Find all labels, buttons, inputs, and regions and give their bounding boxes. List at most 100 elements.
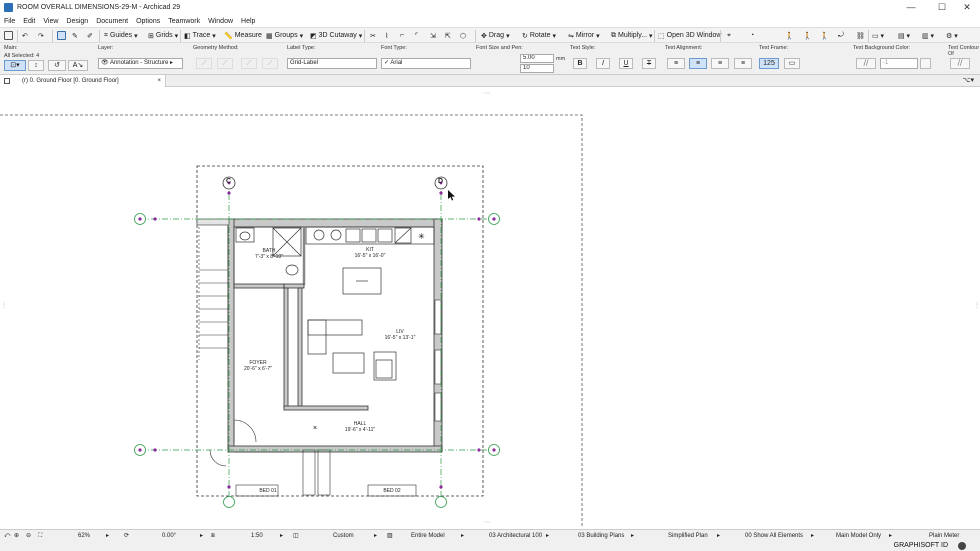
right-splitter-handle[interactable]: ⋮: [974, 302, 980, 309]
minimize-button[interactable]: —: [898, 0, 924, 15]
explode-icon[interactable]: ⬡: [460, 29, 466, 42]
mirror-icon: ⇋: [568, 32, 574, 40]
menu-edit[interactable]: Edit: [19, 18, 39, 25]
grids-button[interactable]: ⊞ Grids ▾: [148, 29, 178, 42]
window-title: ROOM OVERALL DIMENSIONS-29-M - Archicad …: [17, 4, 181, 11]
injection-icon[interactable]: ✐: [87, 29, 93, 42]
geometry-method-4[interactable]: ⟋: [262, 58, 278, 69]
palette-icon[interactable]: ▥ ▾: [922, 29, 934, 42]
text-toggle-button[interactable]: A↘: [68, 60, 88, 71]
layer-select[interactable]: 👁 Annotation - Structure ▸: [98, 58, 183, 69]
north-wall: [227, 218, 443, 228]
geometry-method-3[interactable]: ⟋: [241, 58, 257, 69]
bold-button[interactable]: B: [573, 58, 587, 69]
tab-close-icon[interactable]: ×: [157, 75, 161, 87]
maximize-button[interactable]: ☐: [929, 0, 955, 15]
pen-input[interactable]: 10: [520, 64, 554, 73]
intersect-icon[interactable]: ⌐: [400, 29, 404, 42]
stairs: [198, 227, 229, 360]
rotate-toggle-button[interactable]: ↺: [48, 60, 66, 71]
panels-icon[interactable]: ▤ ▾: [898, 29, 910, 42]
groups-button[interactable]: ▦ Groups ▾: [266, 29, 303, 42]
floor-plan-canvas[interactable]: × ✳ C D BATH 7'-3" x 8'-10" KIT 16'-5" x 1…: [0, 88, 980, 528]
measure-button[interactable]: 📏 Measure: [224, 29, 262, 42]
arrow-tool-icon[interactable]: [57, 29, 66, 42]
tab-ground-floor[interactable]: (r) 0. Ground Floor [0. Ground Floor] ×: [0, 75, 166, 87]
resize-icon[interactable]: ⇱: [445, 29, 451, 42]
rotate-button[interactable]: ↻ Rotate ▾: [522, 29, 556, 42]
menu-file[interactable]: File: [0, 18, 19, 25]
menu-document[interactable]: Document: [92, 18, 132, 25]
left-splitter-handle[interactable]: ⋮: [1, 302, 7, 309]
adjust-icon[interactable]: ⌇: [385, 29, 388, 42]
link-icon[interactable]: ⛓: [856, 29, 865, 42]
menu-options[interactable]: Options: [132, 18, 164, 25]
text-frame-alt-button[interactable]: ▭: [784, 58, 800, 69]
label-type-select[interactable]: Grid-Label: [287, 58, 377, 69]
menu-teamwork[interactable]: Teamwork: [164, 18, 204, 25]
top-splitter-handle[interactable]: ⋯: [484, 90, 490, 97]
text-bg-pen-input[interactable]: -1: [880, 58, 918, 69]
tabs-menu-icon[interactable]: ⌥▾: [962, 75, 974, 87]
orbit-icon[interactable]: ⤾: [838, 29, 844, 42]
mirror-button[interactable]: ⇋ Mirror ▾: [568, 29, 600, 42]
offset-icon[interactable]: ⇲: [430, 29, 436, 42]
menu-design[interactable]: Design: [62, 18, 92, 25]
living-furniture: [307, 319, 397, 381]
settings-icon[interactable]: ⚙ ▾: [946, 29, 958, 42]
multiply-button[interactable]: ⧉ Multiply... ▾: [611, 29, 653, 42]
open-3d-window-button[interactable]: ⬚ Open 3D Window: [658, 29, 721, 42]
walk-icon[interactable]: ⌖: [727, 29, 731, 42]
trace-button[interactable]: ◧ Trace ▾: [184, 29, 216, 42]
layout-icon[interactable]: ▭ ▾: [872, 29, 884, 42]
close-button[interactable]: ✕: [954, 0, 980, 15]
stair-wall: [196, 218, 230, 226]
home-icon[interactable]: [4, 29, 13, 42]
fillet-icon[interactable]: ⌜: [415, 29, 418, 42]
label-type-label: Label Type:: [287, 45, 316, 51]
menu-view[interactable]: View: [39, 18, 62, 25]
undo-icon[interactable]: ↶: [22, 29, 28, 42]
split-icon[interactable]: ✂: [370, 29, 376, 42]
italic-button[interactable]: I: [596, 58, 610, 69]
font-size-input[interactable]: 5.00: [520, 54, 554, 63]
eyedropper-icon[interactable]: ✎: [72, 29, 78, 42]
select-filter-button[interactable]: ⊡▾: [4, 60, 26, 71]
text-frame-button[interactable]: 125: [759, 58, 779, 69]
font-select[interactable]: ✓ Arial: [381, 58, 471, 69]
align-left-button[interactable]: ≡: [667, 58, 685, 69]
cutaway-icon: ◩: [310, 32, 317, 40]
view-icon[interactable]: ◔: [750, 29, 754, 42]
align-center-button[interactable]: ≡: [689, 58, 707, 69]
ruler-icon: 📏: [224, 32, 233, 40]
menu-window[interactable]: Window: [204, 18, 237, 25]
guides-icon: ⌗: [104, 31, 108, 39]
text-bg-toggle[interactable]: ⧸⧸: [856, 58, 876, 69]
geometry-method-1[interactable]: ⟋: [196, 58, 212, 69]
arrow-toggle-button[interactable]: ↕: [28, 60, 44, 71]
title-bar: ROOM OVERALL DIMENSIONS-29-M - Archicad …: [0, 0, 980, 15]
align-right-button[interactable]: ≡: [711, 58, 729, 69]
redo-icon[interactable]: ↷: [38, 29, 44, 42]
underline-button[interactable]: U: [619, 58, 633, 69]
menu-bar: File Edit View Design Document Options T…: [0, 15, 980, 27]
menu-help[interactable]: Help: [237, 18, 259, 25]
bottom-splitter-handle[interactable]: ⋯: [484, 519, 490, 526]
guides-button[interactable]: ⌗ Guides ▾: [104, 29, 138, 42]
text-alignment-label: Text Alignment:: [665, 45, 703, 51]
layer-label: Layer:: [98, 45, 114, 51]
align-justify-button[interactable]: ≡: [734, 58, 752, 69]
grid-label-d[interactable]: D: [438, 178, 443, 185]
trace-icon: ◧: [184, 32, 191, 40]
graphisoft-id-link[interactable]: GRAPHISOFT ID: [894, 541, 948, 551]
strikethrough-button[interactable]: T: [642, 58, 656, 69]
grid-label-c[interactable]: C: [226, 178, 231, 185]
cutaway-button[interactable]: ◩ 3D Cutaway ▾: [310, 29, 362, 42]
text-bg-swatch[interactable]: [920, 58, 931, 69]
drag-button[interactable]: ✥ Drag ▾: [481, 29, 510, 42]
interior-walls: [233, 283, 369, 411]
user-avatar-icon[interactable]: [958, 542, 966, 550]
status-bar: ⤺ ⊕ ⊖ ⛶ 62% ▸ ⟳ 0.00° ▸ ⧈ 1:50 ▸ ◫ Custo…: [0, 529, 980, 541]
text-contour-toggle[interactable]: ⧸⧸: [950, 58, 970, 69]
geometry-method-2[interactable]: ⟋: [217, 58, 233, 69]
